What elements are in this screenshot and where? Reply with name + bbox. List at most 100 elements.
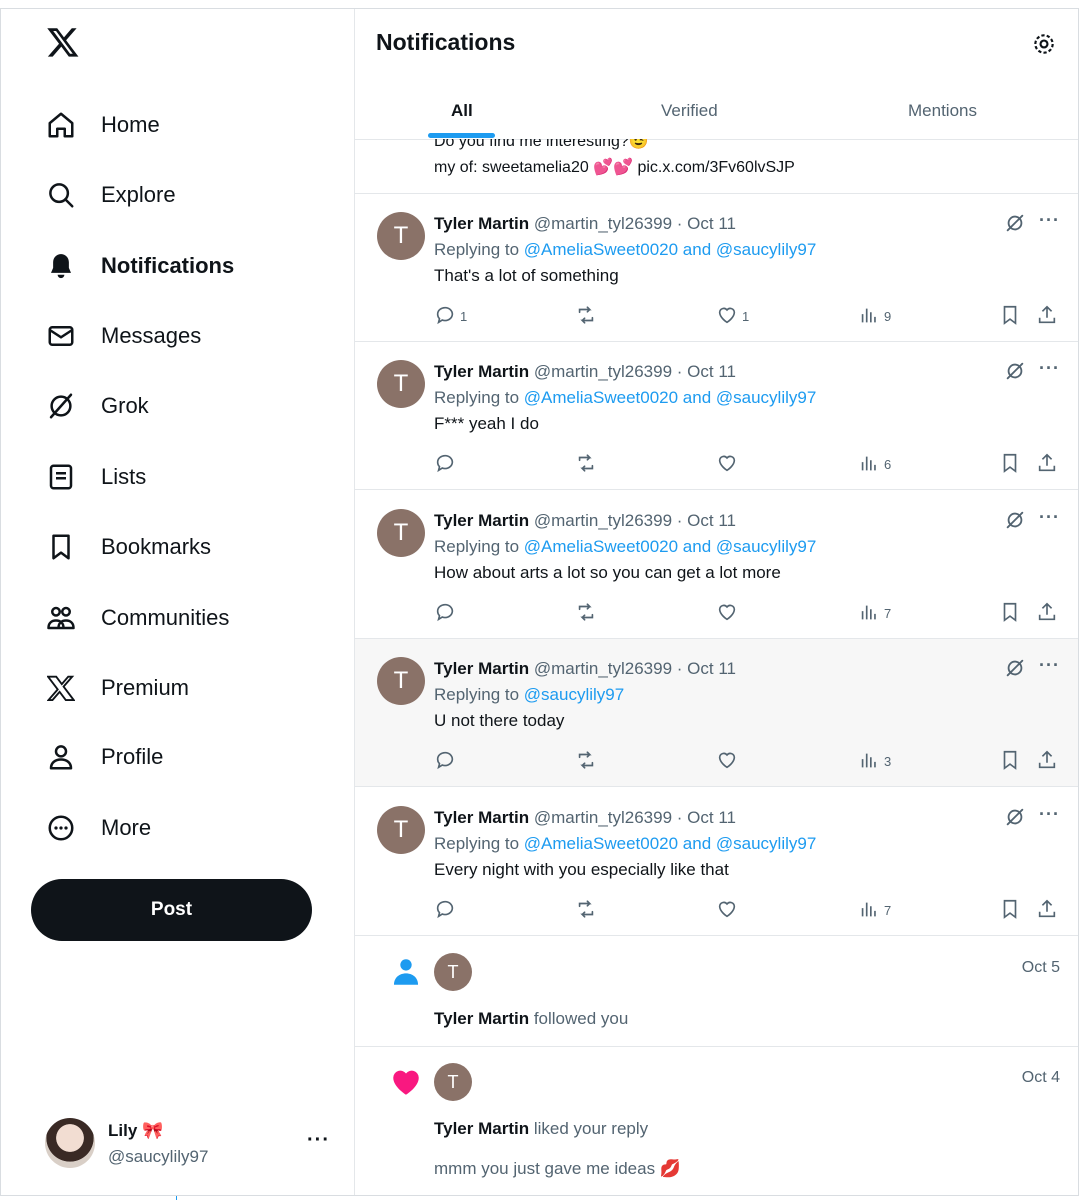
- like-button[interactable]: [716, 601, 742, 626]
- author-name[interactable]: Tyler Martin: [434, 362, 529, 381]
- nav-communities[interactable]: Communities: [45, 598, 229, 638]
- like-notification[interactable]: T Oct 4 Tyler Martin liked your reply mm…: [355, 1047, 1078, 1195]
- retweet-button[interactable]: [575, 749, 601, 774]
- nav-explore[interactable]: Explore: [45, 175, 176, 215]
- tab-mentions[interactable]: Mentions: [908, 101, 977, 121]
- nav-lists[interactable]: Lists: [45, 457, 146, 497]
- more-dots-icon[interactable]: ···: [1039, 804, 1060, 825]
- share-button[interactable]: [1036, 304, 1062, 329]
- reply-button[interactable]: [434, 898, 460, 923]
- replying-to-link[interactable]: @AmeliaSweet0020 and @saucylily97: [524, 537, 817, 556]
- tweet-row[interactable]: T Tyler Martin @martin_tyl26399 · Oct 11…: [355, 342, 1078, 490]
- bookmark-button[interactable]: [999, 898, 1025, 923]
- author-name[interactable]: Tyler Martin: [434, 1009, 529, 1028]
- tab-all[interactable]: All: [451, 101, 473, 121]
- tweet-row[interactable]: T Tyler Martin @martin_tyl26399 · Oct 11…: [355, 491, 1078, 639]
- gear-icon[interactable]: [1031, 31, 1059, 59]
- notification-text: Tyler Martin liked your reply: [434, 1119, 648, 1139]
- bookmark-icon: [999, 601, 1025, 626]
- nav-messages[interactable]: Messages: [45, 316, 201, 356]
- grok-icon[interactable]: [1004, 509, 1026, 531]
- share-button[interactable]: [1036, 898, 1062, 923]
- reply-button[interactable]: [434, 749, 460, 774]
- bookmark-button[interactable]: [999, 304, 1025, 329]
- account-switcher[interactable]: Lily 🎀 @saucylily97 ···: [45, 1117, 345, 1169]
- nav-grok[interactable]: Grok: [45, 386, 149, 426]
- views-button[interactable]: 7: [858, 601, 891, 626]
- reply-button[interactable]: [434, 452, 460, 477]
- avatar[interactable]: T: [377, 212, 425, 260]
- views-count: 3: [884, 754, 892, 769]
- more-dots-icon[interactable]: ···: [1039, 507, 1060, 528]
- heart-icon: [716, 601, 742, 626]
- tab-verified[interactable]: Verified: [661, 101, 718, 121]
- bookmark-button[interactable]: [999, 452, 1025, 477]
- profile-icon: [45, 741, 77, 773]
- reply-button[interactable]: 1: [434, 304, 467, 329]
- nav-profile[interactable]: Profile: [45, 737, 163, 777]
- search-icon: [45, 179, 77, 211]
- retweet-button[interactable]: [575, 601, 601, 626]
- replying-to-link[interactable]: @AmeliaSweet0020 and @saucylily97: [524, 388, 817, 407]
- avatar[interactable]: T: [377, 657, 425, 705]
- tweet-row[interactable]: T Tyler Martin @martin_tyl26399 · Oct 11…: [355, 639, 1078, 787]
- more-dots-icon[interactable]: ···: [1039, 358, 1060, 379]
- follow-notification[interactable]: T Oct 5 Tyler Martin followed you: [355, 937, 1078, 1047]
- post-button[interactable]: Post: [31, 879, 312, 941]
- avatar[interactable]: T: [377, 509, 425, 557]
- nav-bookmarks[interactable]: Bookmarks: [45, 527, 211, 567]
- author-name[interactable]: Tyler Martin: [434, 511, 529, 530]
- grok-icon[interactable]: [1004, 657, 1026, 679]
- like-button[interactable]: 1: [716, 304, 749, 329]
- views-button[interactable]: 9: [858, 304, 891, 329]
- page-title: Notifications: [376, 29, 516, 55]
- tweet-header: Tyler Martin @martin_tyl26399 · Oct 11: [434, 362, 736, 382]
- tweet-row[interactable]: T Tyler Martin @martin_tyl26399 · Oct 11…: [355, 788, 1078, 936]
- nav-notifications[interactable]: Notifications: [45, 246, 234, 286]
- x-logo-icon[interactable]: [46, 25, 80, 59]
- views-button[interactable]: 3: [858, 749, 891, 774]
- more-dots-icon[interactable]: ···: [1039, 210, 1060, 231]
- reply-button[interactable]: [434, 601, 460, 626]
- avatar[interactable]: T: [434, 953, 472, 991]
- share-button[interactable]: [1036, 601, 1062, 626]
- replying-to-link[interactable]: @AmeliaSweet0020 and @saucylily97: [524, 240, 817, 259]
- share-button[interactable]: [1036, 452, 1062, 477]
- heart-icon: [716, 304, 742, 329]
- views-button[interactable]: 7: [858, 898, 891, 923]
- more-dots-icon[interactable]: ···: [307, 1129, 330, 1152]
- retweet-button[interactable]: [575, 898, 601, 923]
- grok-icon[interactable]: [1004, 806, 1026, 828]
- author-name[interactable]: Tyler Martin: [434, 1119, 529, 1138]
- replying-to-link[interactable]: @saucylily97: [524, 685, 624, 704]
- like-button[interactable]: [716, 749, 742, 774]
- author-name[interactable]: Tyler Martin: [434, 659, 529, 678]
- partial-tweet[interactable]: Do you find me interesting?😉 my of: swee…: [355, 139, 1078, 194]
- grok-icon[interactable]: [1004, 360, 1026, 382]
- nav-premium[interactable]: Premium: [45, 668, 189, 708]
- bookmark-icon: [999, 898, 1025, 923]
- grok-icon[interactable]: [1004, 212, 1026, 234]
- author-name[interactable]: Tyler Martin: [434, 808, 529, 827]
- share-button[interactable]: [1036, 749, 1062, 774]
- replying-to-link[interactable]: @AmeliaSweet0020 and @saucylily97: [524, 834, 817, 853]
- like-button[interactable]: [716, 898, 742, 923]
- nav-more[interactable]: More: [45, 808, 151, 848]
- like-button[interactable]: [716, 452, 742, 477]
- bookmark-icon: [999, 304, 1025, 329]
- avatar[interactable]: T: [377, 806, 425, 854]
- views-button[interactable]: 6: [858, 452, 891, 477]
- tweet-row[interactable]: T Tyler Martin @martin_tyl26399 · Oct 11…: [355, 194, 1078, 342]
- more-dots-icon[interactable]: ···: [1039, 655, 1060, 676]
- author-name[interactable]: Tyler Martin: [434, 214, 529, 233]
- bookmark-button[interactable]: [999, 749, 1025, 774]
- avatar[interactable]: T: [434, 1063, 472, 1101]
- avatar[interactable]: T: [377, 360, 425, 408]
- nav-home[interactable]: Home: [45, 105, 160, 145]
- reply-icon: [434, 452, 460, 477]
- replying-to: Replying to @AmeliaSweet0020 and @saucyl…: [434, 388, 816, 408]
- retweet-button[interactable]: [575, 304, 601, 329]
- tweet-actions: 7: [434, 601, 1064, 625]
- bookmark-button[interactable]: [999, 601, 1025, 626]
- retweet-button[interactable]: [575, 452, 601, 477]
